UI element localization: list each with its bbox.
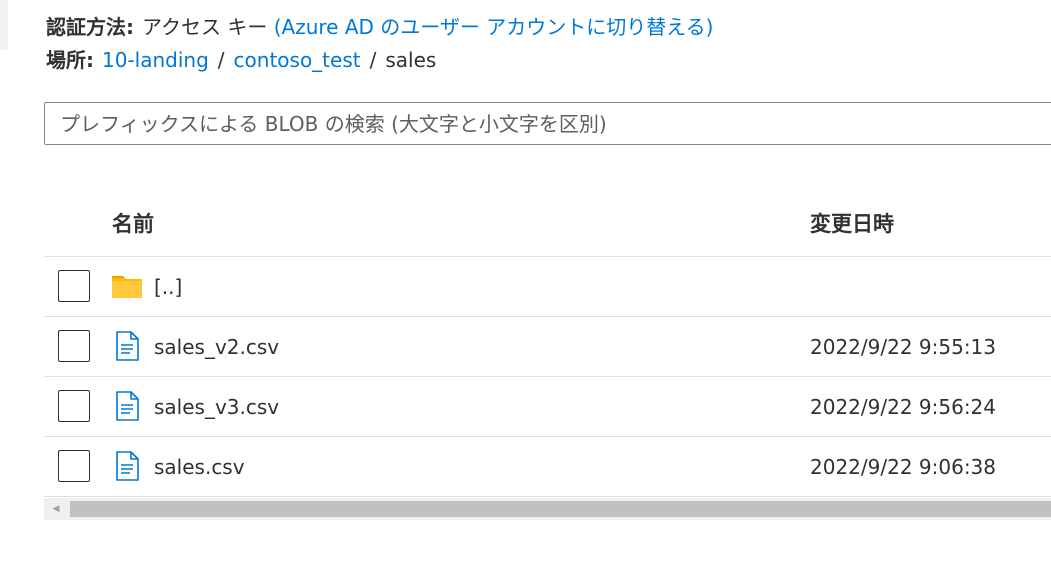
column-header-modified[interactable]: 変更日時	[810, 208, 894, 238]
row-checkbox[interactable]	[58, 270, 90, 302]
breadcrumb: 場所: 10-landing / contoso_test / sales	[46, 46, 436, 74]
file-name[interactable]: sales_v3.csv	[154, 393, 279, 421]
table-row[interactable]: [..]	[44, 257, 1051, 317]
row-checkbox[interactable]	[58, 330, 90, 362]
blob-list: 名前 変更日時 [..] sales_v2.csv 2022/9/22 9:55…	[44, 194, 1051, 497]
side-panel-edge	[0, 0, 8, 50]
breadcrumb-separator: /	[369, 48, 377, 72]
auth-method-label: 認証方法:	[46, 15, 134, 39]
breadcrumb-separator: /	[217, 48, 225, 72]
scrollbar-thumb[interactable]	[70, 501, 1051, 517]
table-row[interactable]: sales_v3.csv 2022/9/22 9:56:24	[44, 377, 1051, 437]
modified-date: 2022/9/22 9:55:13	[810, 335, 997, 359]
file-icon	[116, 451, 139, 481]
auth-method-line: 認証方法: アクセス キー (Azure AD のユーザー アカウントに切り替える…	[46, 13, 713, 41]
file-name[interactable]: sales_v2.csv	[154, 333, 279, 361]
row-checkbox[interactable]	[58, 390, 90, 422]
switch-to-azure-ad-link[interactable]: (Azure AD のユーザー アカウントに切り替える)	[274, 15, 714, 39]
file-name[interactable]: [..]	[154, 273, 182, 301]
breadcrumb-folder-link[interactable]: contoso_test	[234, 48, 361, 72]
file-name[interactable]: sales.csv	[154, 453, 245, 481]
table-row[interactable]: sales_v2.csv 2022/9/22 9:55:13	[44, 317, 1051, 377]
breadcrumb-current: sales	[385, 48, 437, 72]
scroll-left-arrow-icon[interactable]: ◀	[44, 498, 68, 520]
location-label: 場所:	[46, 48, 94, 72]
horizontal-scrollbar[interactable]: ◀	[44, 498, 1051, 520]
blob-prefix-search-input[interactable]	[45, 103, 1050, 144]
folder-icon	[112, 276, 142, 298]
column-header-name[interactable]: 名前	[112, 208, 154, 238]
table-header: 名前 変更日時	[44, 194, 1051, 257]
file-icon	[116, 331, 139, 361]
modified-date: 2022/9/22 9:06:38	[810, 455, 997, 479]
blob-search-box	[44, 102, 1051, 145]
breadcrumb-container-link[interactable]: 10-landing	[102, 48, 209, 72]
auth-method-value: アクセス キー	[142, 15, 268, 39]
modified-date: 2022/9/22 9:56:24	[810, 395, 997, 419]
table-row[interactable]: sales.csv 2022/9/22 9:06:38	[44, 437, 1051, 497]
row-checkbox[interactable]	[58, 450, 90, 482]
file-icon	[116, 391, 139, 421]
